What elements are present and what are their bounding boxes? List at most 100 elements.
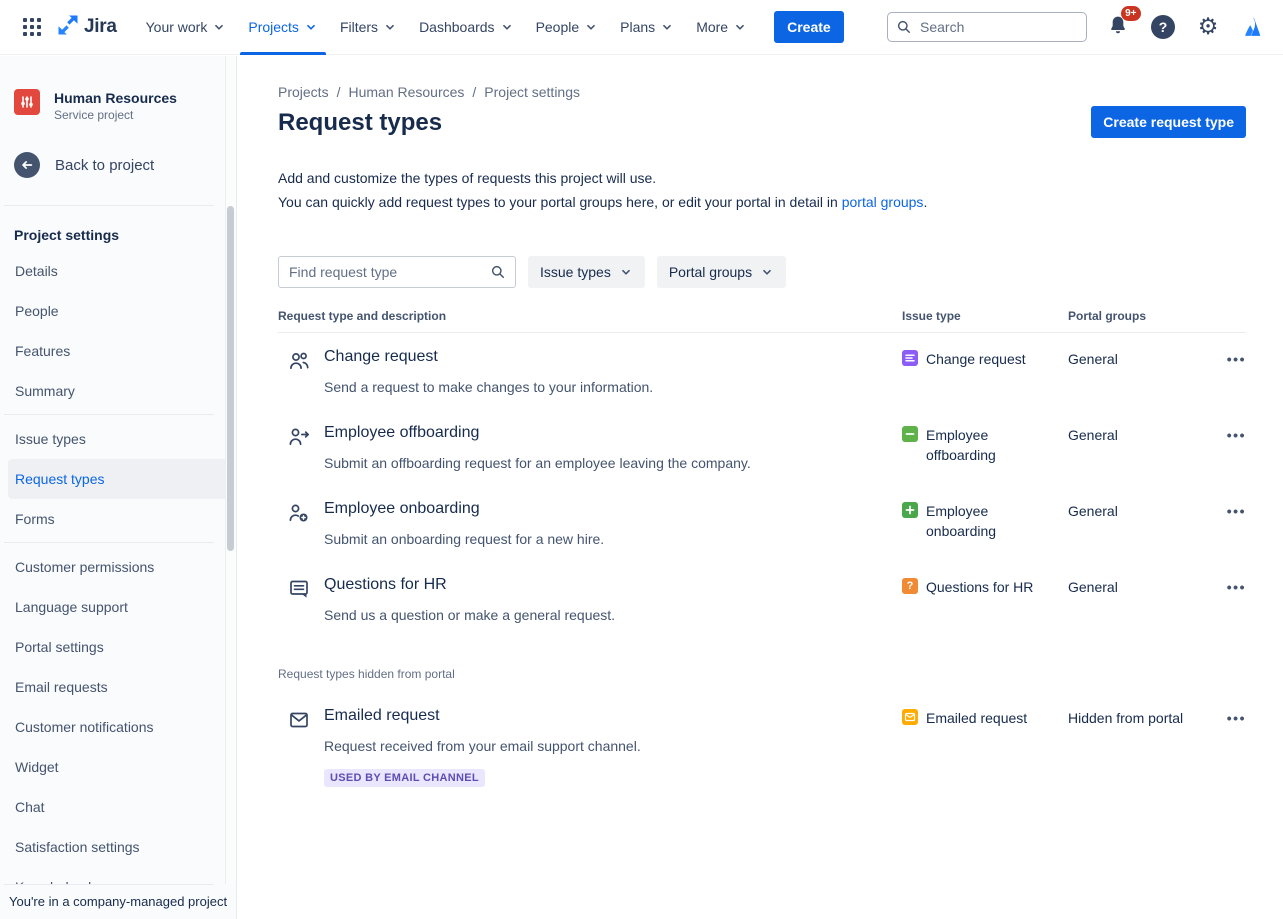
jira-logo-text: Jira — [84, 16, 117, 38]
nav-item-projects[interactable]: Projects — [237, 0, 329, 55]
sidebar-item-label: Customer notifications — [15, 719, 154, 735]
used-by-email-channel-badge: USED BY EMAIL CHANNEL — [324, 769, 485, 787]
sidebar-item-language-support[interactable]: Language support — [8, 587, 228, 627]
portal-group-cell: General — [1068, 422, 1210, 485]
comment-icon — [287, 577, 311, 601]
dropdown-label: Portal groups — [669, 264, 752, 280]
sidebar-item-chat[interactable]: Chat — [8, 787, 228, 827]
find-request-type-input[interactable] — [278, 256, 516, 288]
column-header-request-type: Request type and description — [278, 309, 902, 323]
sidebar-item-details[interactable]: Details — [8, 251, 228, 291]
sidebar-item-label: People — [15, 303, 59, 319]
sidebar-item-forms[interactable]: Forms — [8, 499, 228, 539]
gear-icon: ⚙ — [1198, 16, 1219, 39]
nav-item-label: Projects — [248, 19, 299, 35]
nav-item-plans[interactable]: Plans — [609, 0, 685, 55]
project-card: Human Resources Service project — [0, 56, 236, 122]
issue-type-label: Change request — [926, 349, 1026, 369]
nav-item-label: Your work — [146, 19, 208, 35]
chevron-down-icon — [660, 20, 674, 34]
nav-item-dashboards[interactable]: Dashboards — [408, 0, 525, 55]
page-title: Request types — [278, 107, 442, 139]
project-name: Human Resources — [54, 89, 177, 107]
search-icon — [490, 264, 506, 285]
table-row: Questions for HR Send us a question or m… — [278, 561, 1246, 637]
breadcrumb: Projects / Human Resources / Project set… — [278, 84, 1246, 100]
sidebar-item-satisfaction-settings[interactable]: Satisfaction settings — [8, 827, 228, 867]
request-type-link[interactable]: Employee offboarding — [324, 422, 479, 444]
breadcrumb-projects[interactable]: Projects — [278, 84, 329, 100]
sidebar-item-request-types[interactable]: Request types — [8, 459, 228, 499]
request-type-link[interactable]: Questions for HR — [324, 574, 447, 596]
portal-group-cell: General — [1068, 346, 1210, 409]
portal-group-cell: General — [1068, 498, 1210, 561]
nav-item-label: Filters — [340, 19, 378, 35]
breadcrumb-human-resources[interactable]: Human Resources — [348, 84, 464, 100]
nav-item-filters[interactable]: Filters — [329, 0, 408, 55]
sidebar-item-email-requests[interactable]: Email requests — [8, 667, 228, 707]
sidebar-item-customer-permissions[interactable]: Customer permissions — [8, 547, 228, 587]
email-issue-icon — [902, 709, 918, 725]
notifications-button[interactable]: 9+ — [1104, 13, 1132, 41]
sidebar-item-people[interactable]: People — [8, 291, 228, 331]
jira-logo[interactable]: Jira — [56, 13, 117, 42]
project-avatar — [14, 89, 40, 115]
sidebar-section-title: Project settings — [0, 206, 236, 247]
column-header-issue-type: Issue type — [902, 309, 1068, 323]
create-request-type-button[interactable]: Create request type — [1091, 106, 1246, 138]
sidebar-item-knowledge-base[interactable]: Knowledge base — [8, 867, 228, 884]
chevron-down-icon — [383, 20, 397, 34]
sidebar-item-summary[interactable]: Summary — [8, 371, 228, 411]
nav-item-people[interactable]: People — [525, 0, 610, 55]
request-type-link[interactable]: Emailed request — [324, 705, 440, 727]
row-actions-button[interactable]: ••• — [1227, 705, 1246, 729]
row-actions-button[interactable]: ••• — [1227, 498, 1246, 522]
sidebar-scrollbar-thumb[interactable] — [227, 206, 234, 551]
change-request-issue-icon — [902, 350, 918, 366]
sidebar-item-features[interactable]: Features — [8, 331, 228, 371]
sidebar-item-widget[interactable]: Widget — [8, 747, 228, 787]
minus-issue-icon — [902, 426, 918, 442]
description-text: You can quickly add request types to you… — [278, 194, 842, 210]
app-switcher-icon[interactable] — [16, 11, 48, 43]
sidebar-item-label: Widget — [15, 759, 59, 775]
request-type-description: Request received from your email support… — [324, 736, 641, 756]
project-type: Service project — [54, 108, 177, 122]
portal-groups-link[interactable]: portal groups — [842, 194, 924, 210]
settings-button[interactable]: ⚙ — [1194, 13, 1222, 41]
table-header-row: Request type and description Issue type … — [278, 309, 1246, 333]
back-to-project-button[interactable]: Back to project — [0, 122, 236, 178]
atlassian-mark-icon — [1242, 16, 1264, 38]
question-mark-icon: ? — [1151, 15, 1175, 39]
page-description: Add and customize the types of requests … — [278, 166, 1246, 214]
sidebar-item-customer-notifications[interactable]: Customer notifications — [8, 707, 228, 747]
request-type-link[interactable]: Employee onboarding — [324, 498, 480, 520]
nav-item-more[interactable]: More — [685, 0, 758, 55]
nav-item-your-work[interactable]: Your work — [135, 0, 238, 55]
sidebar-item-label: Customer permissions — [15, 559, 154, 575]
request-type-description: Submit an onboarding request for a new h… — [324, 529, 604, 549]
issue-type-cell: ? Questions for HR — [902, 574, 1068, 637]
chevron-down-icon — [304, 20, 318, 34]
atlassian-logo[interactable] — [1239, 13, 1267, 41]
person-leave-icon — [287, 425, 311, 449]
help-button[interactable]: ? — [1149, 13, 1177, 41]
chevron-down-icon — [760, 265, 774, 279]
global-search-input[interactable] — [887, 12, 1087, 42]
breadcrumb-separator: / — [472, 84, 476, 100]
request-type-description: Send a request to make changes to your i… — [324, 377, 653, 397]
create-button[interactable]: Create — [774, 11, 844, 43]
issue-types-filter-dropdown[interactable]: Issue types — [528, 256, 645, 288]
request-type-link[interactable]: Change request — [324, 346, 438, 368]
sidebar-item-label: Request types — [15, 471, 105, 487]
sidebar-item-portal-settings[interactable]: Portal settings — [8, 627, 228, 667]
row-actions-button[interactable]: ••• — [1227, 574, 1246, 598]
sidebar-item-issue-types[interactable]: Issue types — [8, 419, 228, 459]
breadcrumb-project-settings[interactable]: Project settings — [484, 84, 580, 100]
table-row: Employee onboarding Submit an onboarding… — [278, 485, 1246, 561]
portal-groups-filter-dropdown[interactable]: Portal groups — [657, 256, 786, 288]
row-actions-button[interactable]: ••• — [1227, 346, 1246, 370]
project-sidebar: Human Resources Service project Back to … — [0, 56, 237, 919]
row-actions-button[interactable]: ••• — [1227, 422, 1246, 446]
jira-mark-icon — [56, 13, 80, 42]
